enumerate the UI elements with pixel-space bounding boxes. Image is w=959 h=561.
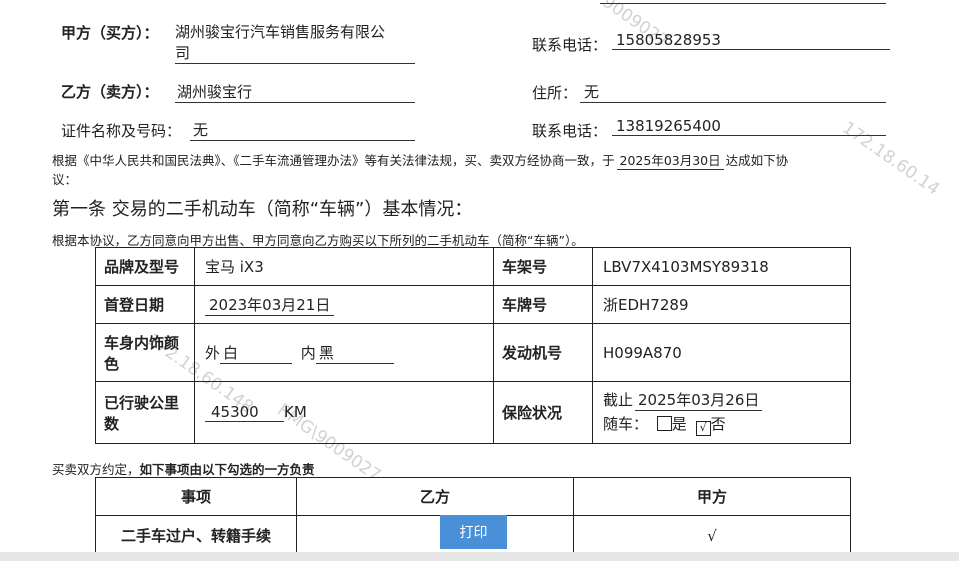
plate-value: 浙EDH7289 <box>592 285 851 324</box>
seller-name: 湖州骏宝行 <box>175 81 415 103</box>
col-party-a: 甲方 <box>573 477 851 516</box>
vin-label: 车架号 <box>493 247 593 286</box>
checkbox-yes[interactable] <box>656 416 672 431</box>
vehicle-table: 品牌及型号 宝马 iX3 车架号 LBV7X4103MSY89318 首登日期 … <box>95 247 851 444</box>
buyer-name: 湖州骏宝行汽车销售服务有限公 司 <box>175 21 415 64</box>
brand-label: 品牌及型号 <box>95 247 195 286</box>
party-a-check[interactable]: √ <box>573 515 851 556</box>
table-row: 品牌及型号 宝马 iX3 车架号 LBV7X4103MSY89318 <box>95 247 851 286</box>
seller-address-label: 住所： <box>532 84 578 102</box>
mileage-cell: 45300 KM <box>194 381 494 444</box>
seller-phone: 13819265400 <box>612 117 886 136</box>
party-b-cell[interactable] <box>296 515 574 556</box>
print-button[interactable]: 打印 <box>440 515 507 549</box>
intro-line2: 议： <box>52 172 78 187</box>
vin-value: LBV7X4103MSY89318 <box>592 247 851 286</box>
seller-label: 乙方（卖方）： <box>61 83 159 101</box>
horizontal-scrollbar[interactable] <box>0 552 959 561</box>
mileage-label: 已行驶公里数 <box>95 381 195 444</box>
transfer-item: 二手车过户、转籍手续 <box>95 515 297 556</box>
plate-label: 车牌号 <box>493 285 593 324</box>
id-doc-label: 证件名称及号码： <box>61 122 182 140</box>
engine-label: 发动机号 <box>493 323 593 382</box>
color-label: 车身内饰颜色 <box>95 323 195 382</box>
id-doc-value: 无 <box>190 119 415 141</box>
engine-value: H099A870 <box>592 323 851 382</box>
interior-color: 黑 <box>315 342 394 364</box>
buyer-label: 甲方（买方）： <box>61 24 159 42</box>
checkbox-no[interactable]: √ <box>695 421 711 436</box>
buyer-phone-label: 联系电话： <box>532 36 608 54</box>
insurance-date: 2025年03月26日 <box>635 389 763 411</box>
intro-line1: 根据《中华人民共和国民法典》、《二手车流通管理办法》等有关法律法规，买、卖双方经… <box>52 150 788 170</box>
regdate-cell: 2023年03月21日 <box>194 285 494 324</box>
brand-value: 宝马 iX3 <box>194 247 494 286</box>
mileage-value: 45300 <box>205 403 284 422</box>
exterior-color: 白 <box>220 342 293 364</box>
table-row: 首登日期 2023年03月21日 车牌号 浙EDH7289 <box>95 285 851 324</box>
regdate-label: 首登日期 <box>95 285 195 324</box>
col-party-b: 乙方 <box>296 477 574 516</box>
insurance-label: 保险状况 <box>493 381 593 444</box>
table-row: 已行驶公里数 45300 KM 保险状况 截止 2025年03月26日 随车： 是 … <box>95 381 851 444</box>
seller-address: 无 <box>580 81 886 103</box>
color-cell: 外白 内黑 <box>194 323 494 382</box>
top-field-line <box>600 0 886 4</box>
agreement-text: 买卖双方约定，如下事项由以下勾选的一方负责 <box>52 462 315 477</box>
regdate-value: 2023年03月21日 <box>205 294 335 316</box>
table-row: 车身内饰颜色 外白 内黑 发动机号 H099A870 <box>95 323 851 382</box>
insurance-cell: 截止 2025年03月26日 随车： 是 √ 否 <box>592 381 851 444</box>
col-item: 事项 <box>95 477 297 516</box>
seller-phone-label: 联系电话： <box>532 122 608 140</box>
buyer-phone: 15805828953 <box>612 31 890 50</box>
table-row: 事项 乙方 甲方 <box>95 477 851 516</box>
section1-title: 第一条 交易的二手机动车（简称“车辆”）基本情况： <box>52 199 473 220</box>
